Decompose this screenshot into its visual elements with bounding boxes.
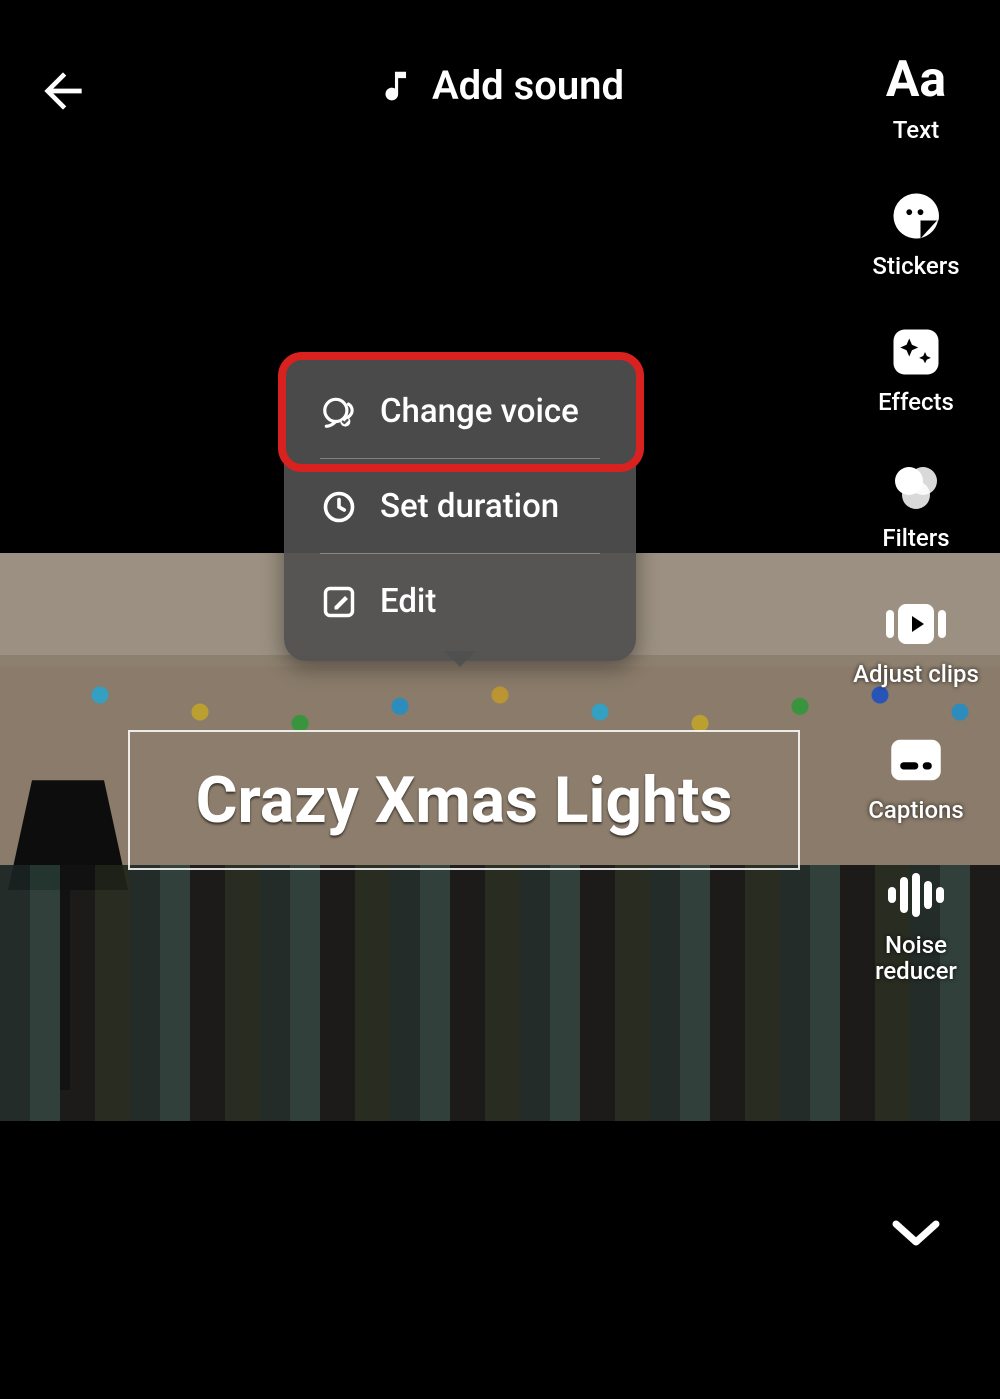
tool-label: Text	[893, 118, 939, 144]
text-context-menu: Change voice Set duration Edit	[284, 352, 636, 661]
tool-label: Noise reducer	[875, 933, 957, 985]
tool-filters[interactable]: Filters	[882, 458, 949, 552]
add-sound-button[interactable]: Add sound	[376, 62, 624, 109]
sticker-icon	[886, 186, 946, 246]
music-note-icon	[376, 67, 414, 105]
menu-item-label: Change voice	[380, 392, 579, 431]
add-sound-label: Add sound	[432, 62, 624, 109]
tool-noise-reducer[interactable]: Noise reducer	[875, 865, 957, 985]
tool-text[interactable]: Aa Text	[886, 50, 946, 144]
tool-stickers[interactable]: Stickers	[872, 186, 959, 280]
noise-reducer-icon	[886, 865, 946, 925]
tool-adjust-clips[interactable]: Adjust clips	[853, 594, 979, 688]
voice-icon	[320, 393, 358, 431]
menu-edit[interactable]: Edit	[284, 554, 636, 649]
menu-item-label: Edit	[380, 582, 436, 621]
tool-label: Adjust clips	[853, 662, 979, 688]
menu-set-duration[interactable]: Set duration	[284, 459, 636, 554]
tool-captions[interactable]: Captions	[868, 730, 964, 824]
tools-sidebar: Aa Text Stickers Effects Filters A	[832, 50, 1000, 985]
tool-effects[interactable]: Effects	[878, 322, 954, 416]
expand-tools-button[interactable]	[892, 1219, 940, 1249]
clock-icon	[320, 488, 358, 526]
Aa-icon: Aa	[886, 50, 946, 110]
filters-icon	[886, 458, 946, 518]
menu-change-voice[interactable]: Change voice	[284, 364, 636, 459]
arrow-left-icon	[35, 63, 91, 119]
edit-icon	[320, 583, 358, 621]
menu-item-label: Set duration	[380, 487, 559, 526]
caption-text-box[interactable]: Crazy Xmas Lights	[128, 730, 800, 870]
chevron-down-icon	[892, 1219, 940, 1249]
tool-label: Effects	[878, 390, 954, 416]
back-button[interactable]	[28, 56, 98, 126]
tool-label: Stickers	[872, 254, 959, 280]
sparkle-icon	[886, 322, 946, 382]
adjust-clips-icon	[886, 594, 946, 654]
captions-icon	[886, 730, 946, 790]
tool-label: Filters	[882, 526, 949, 552]
caption-text: Crazy Xmas Lights	[196, 763, 733, 838]
tool-label: Captions	[868, 798, 964, 824]
